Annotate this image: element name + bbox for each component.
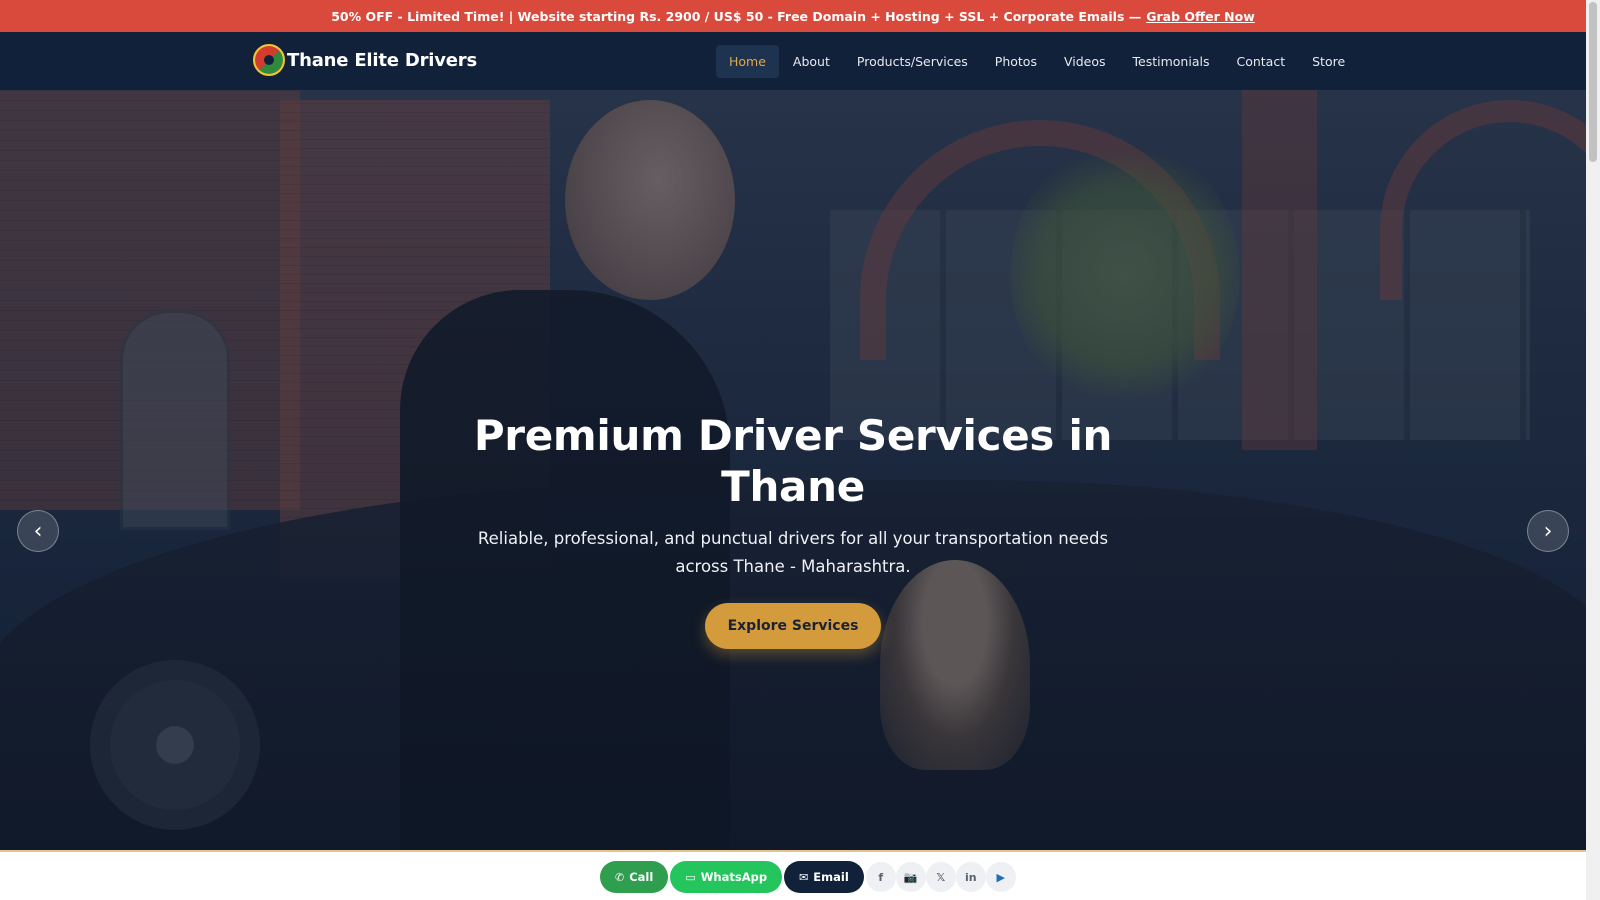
nav-contact[interactable]: Contact bbox=[1223, 45, 1298, 78]
chat-icon: ▭ bbox=[685, 870, 696, 884]
slider-prev-icon[interactable]: ‹ bbox=[17, 510, 59, 552]
email-label: Email bbox=[813, 870, 849, 884]
linkedin-icon[interactable]: in bbox=[955, 862, 986, 892]
slider-next-icon[interactable]: › bbox=[1527, 510, 1569, 552]
brand[interactable]: Thane Elite Drivers bbox=[253, 44, 477, 76]
whatsapp-label: WhatsApp bbox=[700, 870, 768, 884]
mail-icon: ✉ bbox=[799, 870, 809, 884]
nav-home[interactable]: Home bbox=[716, 45, 779, 78]
main-nav: Home About Products/Services Photos Vide… bbox=[716, 45, 1359, 78]
x-twitter-icon[interactable]: 𝕏 bbox=[925, 862, 956, 892]
scrollbar-thumb[interactable] bbox=[1589, 2, 1597, 162]
call-button[interactable]: ✆ Call bbox=[600, 861, 669, 893]
call-label: Call bbox=[629, 870, 654, 884]
explore-services-button[interactable]: Explore Services bbox=[705, 603, 881, 649]
nav-videos[interactable]: Videos bbox=[1051, 45, 1119, 78]
page-scrollbar[interactable] bbox=[1586, 0, 1600, 900]
contact-actions: ✆ Call ▭ WhatsApp ✉ Email f 📷 𝕏 in ▶ bbox=[600, 861, 1016, 893]
promo-text: 50% OFF - Limited Time! | Website starti… bbox=[331, 8, 1142, 24]
instagram-icon[interactable]: 📷 bbox=[895, 862, 926, 892]
nav-about[interactable]: About bbox=[780, 45, 843, 78]
hero-subtitle: Reliable, professional, and punctual dri… bbox=[477, 529, 1109, 576]
email-button[interactable]: ✉ Email bbox=[784, 861, 864, 893]
nav-photos[interactable]: Photos bbox=[982, 45, 1050, 78]
nav-products-services[interactable]: Products/Services bbox=[844, 45, 981, 78]
top-navbar: Thane Elite Drivers Home About Products/… bbox=[0, 32, 1586, 90]
phone-icon: ✆ bbox=[615, 870, 625, 884]
hero-slider: Premium Driver Services in Thane Reliabl… bbox=[0, 90, 1586, 850]
brand-name: Thane Elite Drivers bbox=[287, 49, 477, 71]
logo-icon bbox=[253, 44, 285, 76]
nav-testimonials[interactable]: Testimonials bbox=[1120, 45, 1223, 78]
grab-offer-link[interactable]: Grab Offer Now bbox=[1146, 9, 1255, 24]
hero-title: Premium Driver Services in Thane bbox=[473, 411, 1113, 511]
hero-content: Premium Driver Services in Thane Reliabl… bbox=[0, 90, 1586, 850]
contact-bar: ✆ Call ▭ WhatsApp ✉ Email f 📷 𝕏 in ▶ bbox=[0, 850, 1586, 900]
youtube-icon[interactable]: ▶ bbox=[985, 862, 1016, 892]
whatsapp-button[interactable]: ▭ WhatsApp bbox=[670, 861, 783, 893]
promo-banner: 50% OFF - Limited Time! | Website starti… bbox=[0, 0, 1586, 32]
facebook-icon[interactable]: f bbox=[865, 862, 896, 892]
nav-store[interactable]: Store bbox=[1299, 45, 1358, 78]
